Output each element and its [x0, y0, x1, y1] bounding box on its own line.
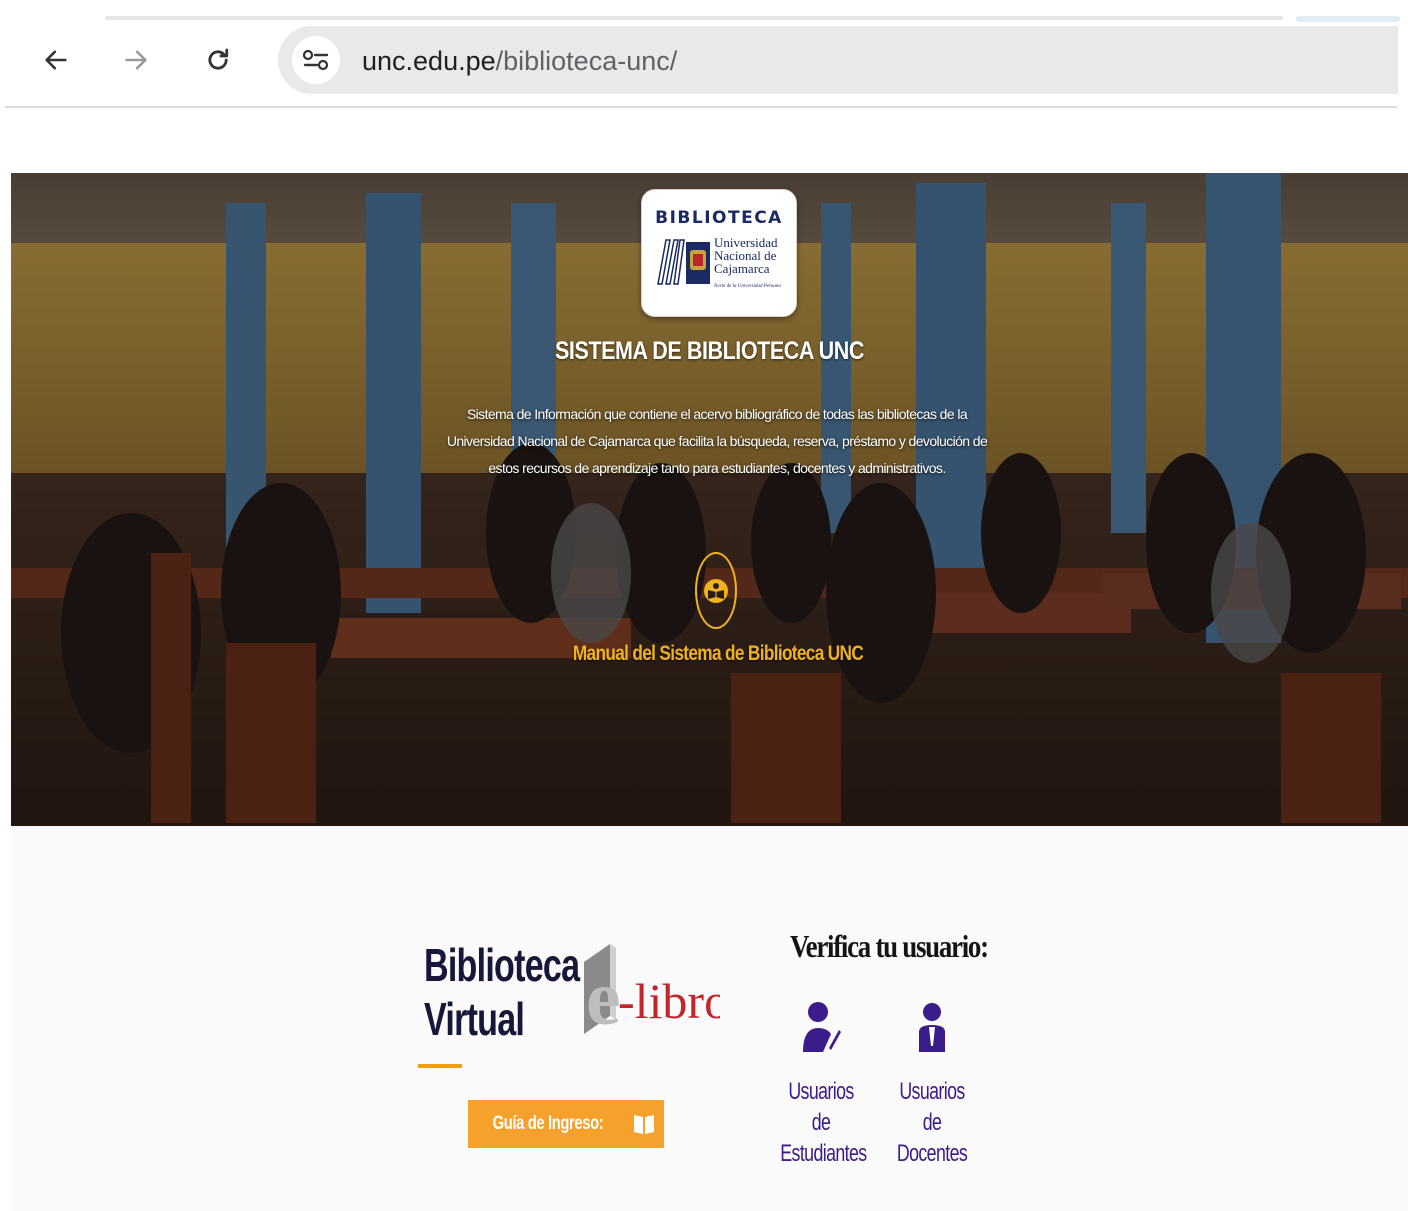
biblioteca-logo[interactable]: BIBLIOTECA Universidad Nacional de Cajam… — [641, 189, 797, 317]
tab-strip-edge-right — [1296, 16, 1400, 22]
page-title: SISTEMA DE BIBLIOTECA UNC — [555, 337, 864, 365]
students-line-2: Estudiantes — [780, 1140, 867, 1167]
forward-button[interactable] — [118, 42, 154, 78]
url-domain: unc.edu.pe — [362, 46, 496, 76]
students-label: Usuarios de Estudiantes — [780, 1076, 867, 1169]
guia-ingreso-button[interactable]: Guía de Ingreso: — [468, 1100, 664, 1148]
teacher-user-icon — [919, 1003, 945, 1052]
hero-description: Sistema de Información que contiene el a… — [446, 406, 988, 476]
reload-button[interactable] — [200, 42, 236, 78]
teachers-line-1: Usuarios de — [899, 1078, 965, 1136]
arrow-left-icon — [45, 50, 67, 70]
reader-book-icon — [704, 579, 728, 603]
tune-icon — [302, 49, 329, 71]
reload-icon — [208, 48, 229, 70]
students-user-link[interactable]: Usuarios de Estudiantes — [766, 998, 876, 1169]
guia-ingreso-label: Guía de Ingreso: — [492, 1113, 604, 1134]
back-button[interactable] — [38, 42, 74, 78]
manual-link[interactable]: Manual del Sistema de Biblioteca UNC — [138, 642, 1297, 666]
verify-user-heading: Verifica tu usuario: — [790, 928, 989, 964]
logo-university: Universidad Nacional de Cajamarca — [714, 236, 778, 275]
teachers-user-link[interactable]: Usuarios de Docentes — [877, 998, 987, 1169]
tab-strip-edge — [105, 16, 1283, 20]
teachers-line-2: Docentes — [896, 1140, 968, 1167]
hero-banner: BIBLIOTECA Universidad Nacional de Cajam… — [11, 173, 1408, 826]
services-section: Biblioteca Virtual e -libro Guía de Ingr… — [11, 826, 1408, 1211]
logo-line-3: Cajamarca — [714, 261, 770, 276]
student-user-icon — [803, 1002, 841, 1052]
site-info-button[interactable] — [292, 36, 340, 84]
logo-title: BIBLIOTECA — [655, 208, 783, 228]
chrome-divider — [5, 106, 1397, 108]
heading-underline — [418, 1064, 462, 1068]
browser-chrome: unc.edu.pe/biblioteca-unc/ — [0, 0, 1408, 110]
books-crest-icon — [657, 239, 710, 285]
bv-line-1: Biblioteca — [424, 939, 580, 991]
url-text[interactable]: unc.edu.pe/biblioteca-unc/ — [362, 44, 677, 78]
bv-line-2: Virtual — [424, 993, 525, 1045]
arrow-right-icon — [125, 50, 147, 70]
students-line-1: Usuarios de — [788, 1078, 854, 1136]
elibro-logo[interactable]: e -libro — [570, 938, 720, 1038]
teachers-label: Usuarios de Docentes — [891, 1076, 972, 1169]
elibro-wordmark: -libro — [618, 973, 720, 1029]
open-book-icon — [633, 1115, 654, 1134]
manual-icon-button[interactable] — [695, 552, 739, 629]
url-path: /biblioteca-unc/ — [495, 46, 678, 76]
logo-motto: Norte de la Universidad Peruana — [714, 284, 781, 289]
elibro-e-letter: e — [586, 954, 621, 1038]
biblioteca-virtual-heading: Biblioteca Virtual — [424, 938, 580, 1046]
